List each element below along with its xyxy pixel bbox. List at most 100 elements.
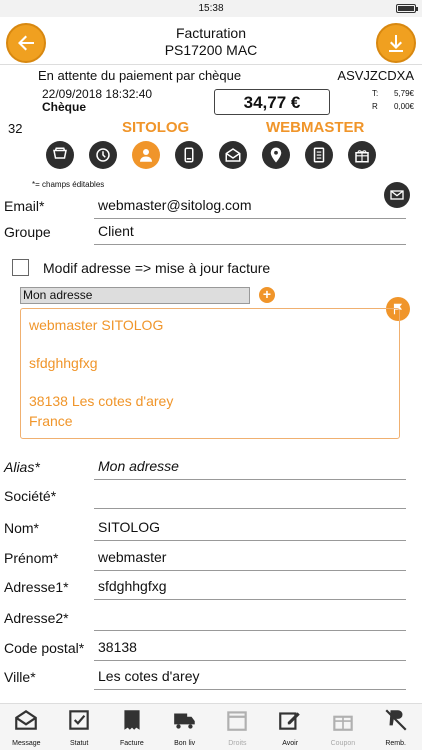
ville-label: Ville*	[4, 669, 36, 685]
address-line4: France	[29, 413, 73, 429]
customer-number: 32	[8, 121, 23, 136]
nom-field[interactable]: SITOLOG	[94, 519, 406, 541]
adresse1-row: Adresse1* sfdghhgfxg	[4, 574, 406, 600]
tax-r-label: R	[372, 102, 378, 111]
download-button[interactable]	[376, 23, 416, 63]
app-header: Facturation PS17200 MAC	[0, 17, 422, 65]
alias-row: Alias* Mon adresse	[4, 454, 406, 480]
address-line3: 38138 Les cotes d'arey	[29, 393, 174, 409]
toolbar-bonliv-label: Bon liv	[174, 740, 196, 747]
toolbar-bonliv[interactable]: Bon liv	[162, 704, 208, 750]
order-date: 22/09/2018 18:32:40	[42, 87, 153, 101]
plus-icon: +	[262, 286, 272, 302]
tax-t-label: T:	[372, 89, 379, 98]
arrow-left-icon	[18, 35, 34, 51]
modif-address-checkbox[interactable]	[12, 259, 29, 276]
alias-label: Alias*	[4, 459, 40, 475]
toolbar-droits-label: Droits	[228, 740, 247, 747]
adresse2-label: Adresse2*	[4, 610, 69, 626]
toolbar-droits[interactable]: Droits	[214, 704, 260, 750]
group-row: Groupe Client	[4, 219, 406, 245]
prenom-row: Prénom* webmaster	[4, 545, 406, 571]
toolbar-avoir-label: Avoir	[282, 740, 299, 747]
customer-row: 32 SITOLOG WEBMASTER	[0, 118, 422, 140]
tab-cart[interactable]	[46, 141, 74, 169]
tab-phone[interactable]	[175, 141, 204, 169]
adresse2-field[interactable]	[94, 609, 406, 631]
prenom-label: Prénom*	[4, 550, 59, 566]
gift-icon	[333, 715, 353, 731]
invoice-icon	[124, 710, 140, 730]
payment-method: Chèque	[42, 100, 87, 114]
toolbar-facture-label: Facture	[120, 740, 144, 747]
checkbox-icon	[69, 710, 89, 730]
back-button[interactable]	[6, 23, 46, 63]
title-line2: PS17200 MAC	[164, 42, 258, 58]
nom-row: Nom* SITOLOG	[4, 515, 406, 541]
cart-icon	[53, 147, 67, 159]
toolbar-message[interactable]: Message	[3, 704, 49, 750]
ville-row: Ville* Les cotes d'arey	[4, 664, 406, 690]
user-icon	[140, 149, 153, 162]
order-info: En attente du paiement par chèque ASVJZC…	[0, 65, 422, 117]
truck-icon	[173, 713, 195, 729]
message-icon	[15, 710, 38, 730]
modif-address-label: Modif adresse => mise à jour facture	[43, 260, 271, 276]
toolbar-message-label: Message	[12, 740, 41, 747]
editable-note: *= champs éditables	[32, 180, 105, 189]
battery-icon	[396, 4, 418, 13]
tab-history[interactable]	[89, 141, 118, 169]
adresse2-row: Adresse2*	[4, 605, 406, 631]
email-row: Email* webmaster@sitolog.com	[4, 193, 406, 219]
order-amount: 34,77 €	[214, 89, 330, 115]
address-line1: webmaster SITOLOG	[29, 317, 164, 333]
paypal-icon	[385, 709, 407, 731]
alias-field[interactable]: Mon adresse	[94, 458, 406, 480]
bottom-toolbar: Message Statut Facture Bon liv Droits Av…	[0, 703, 422, 750]
tab-customer[interactable]	[132, 141, 161, 169]
add-address-button[interactable]: +	[259, 287, 275, 303]
tax-t-value: 5,79€	[393, 89, 414, 98]
toolbar-coupon-label: Coupon	[330, 740, 356, 747]
phone-icon	[184, 147, 194, 163]
toolbar-coupon[interactable]: Coupon	[320, 704, 366, 750]
ville-field[interactable]: Les cotes d'arey	[94, 668, 406, 690]
customer-company[interactable]: SITOLOG	[122, 119, 189, 136]
location-icon	[270, 147, 281, 163]
status-time: 15:38	[198, 3, 224, 14]
toolbar-remb-label: Remb.	[385, 740, 406, 747]
group-field[interactable]: Client	[94, 223, 406, 245]
toolbar-statut[interactable]: Statut	[56, 704, 102, 750]
history-icon	[96, 148, 110, 162]
toolbar-statut-label: Statut	[69, 740, 89, 747]
title-line1: Facturation	[175, 25, 247, 41]
toolbar-remb[interactable]: Remb.	[373, 704, 419, 750]
toolbar-facture[interactable]: Facture	[109, 704, 155, 750]
cp-field[interactable]: 38138	[94, 639, 406, 661]
adresse1-field[interactable]: sfdghhgfxg	[94, 578, 406, 600]
detail-tabs	[46, 141, 376, 171]
email-label: Email*	[4, 198, 45, 214]
gift-icon	[355, 150, 369, 163]
tax-r-value: 0,00€	[393, 102, 414, 111]
tab-mail[interactable]	[218, 141, 247, 169]
status-bar: 15:38	[0, 0, 422, 17]
adresse1-label: Adresse1*	[4, 579, 69, 595]
prenom-field[interactable]: webmaster	[94, 549, 406, 571]
tab-address[interactable]	[261, 141, 290, 169]
societe-field[interactable]	[94, 487, 406, 509]
envelope-icon	[225, 148, 241, 162]
tab-gift[interactable]	[347, 141, 376, 169]
nom-label: Nom*	[4, 520, 40, 536]
customer-username[interactable]: WEBMASTER	[266, 119, 364, 136]
calendar-icon	[227, 711, 248, 731]
address-line2: sfdghhgfxg	[29, 355, 98, 371]
address-select[interactable]: Mon adresse	[20, 287, 250, 304]
cp-row: Code postal* 38138	[4, 635, 406, 661]
tab-documents[interactable]	[304, 141, 333, 169]
cp-label: Code postal*	[4, 640, 85, 656]
toolbar-avoir[interactable]: Avoir	[267, 704, 313, 750]
download-icon	[389, 35, 403, 52]
email-field[interactable]: webmaster@sitolog.com	[94, 197, 406, 219]
societe-label: Société*	[4, 488, 57, 504]
